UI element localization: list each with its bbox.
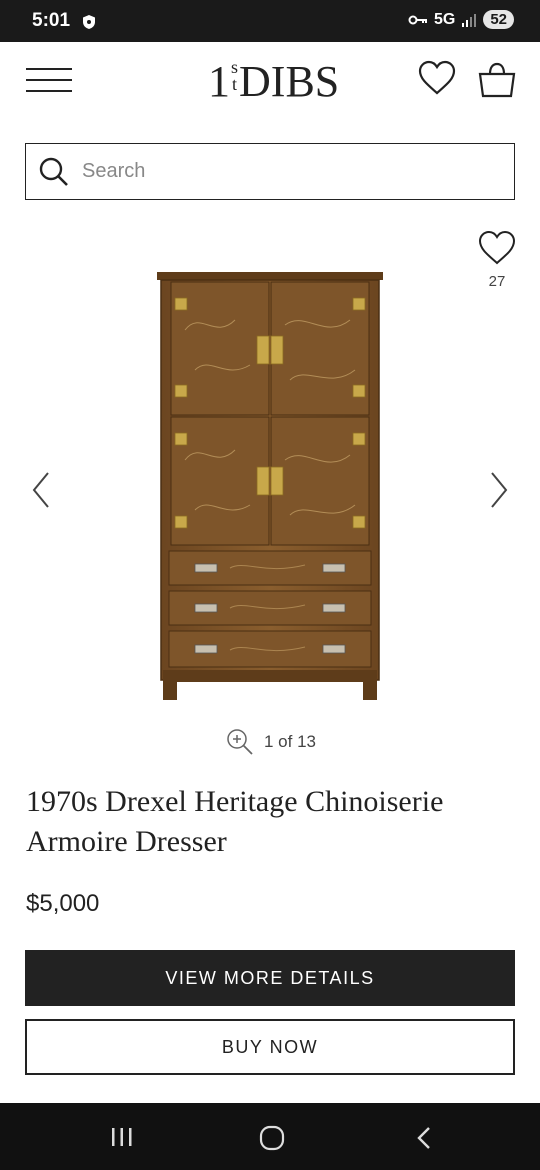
logo[interactable]: 1 s t DIBS — [208, 56, 339, 107]
heart-icon[interactable] — [478, 230, 516, 266]
zoom-in-icon[interactable] — [226, 728, 254, 756]
menu-icon[interactable] — [26, 68, 72, 94]
favorite-button[interactable]: 27 — [476, 230, 518, 290]
signal-icon — [462, 13, 477, 27]
battery-level: 52 — [483, 10, 514, 29]
status-bar: 5:01 5G 52 — [0, 0, 540, 42]
clock: 5:01 — [32, 10, 71, 31]
search-bar[interactable] — [25, 143, 515, 200]
chevron-right-icon[interactable] — [488, 470, 510, 510]
system-nav-bar — [0, 1103, 540, 1170]
search-icon — [39, 157, 68, 186]
favorite-count: 27 — [488, 273, 506, 290]
product-title: 1970s Drexel Heritage Chinoiserie Armoir… — [26, 785, 444, 858]
buy-now-button[interactable]: BUY NOW — [25, 1019, 515, 1075]
search-input[interactable] — [82, 144, 502, 198]
back-icon[interactable] — [414, 1125, 434, 1151]
image-counter: 1 of 13 — [264, 732, 316, 751]
bag-icon[interactable] — [478, 62, 516, 98]
app-header: 1 s t DIBS — [0, 42, 540, 122]
key-icon — [408, 15, 427, 24]
image-zoom-control[interactable]: 1 of 13 — [226, 728, 316, 756]
recent-apps-icon[interactable] — [110, 1125, 134, 1149]
view-more-details-button[interactable]: VIEW MORE DETAILS — [25, 950, 515, 1006]
home-icon[interactable] — [259, 1125, 285, 1151]
chevron-left-icon[interactable] — [30, 470, 52, 510]
network-type: 5G — [433, 10, 456, 28]
product-image[interactable] — [155, 270, 385, 702]
shield-icon — [83, 15, 95, 29]
product-price: $5,000 — [26, 890, 100, 917]
heart-icon[interactable] — [418, 60, 456, 96]
